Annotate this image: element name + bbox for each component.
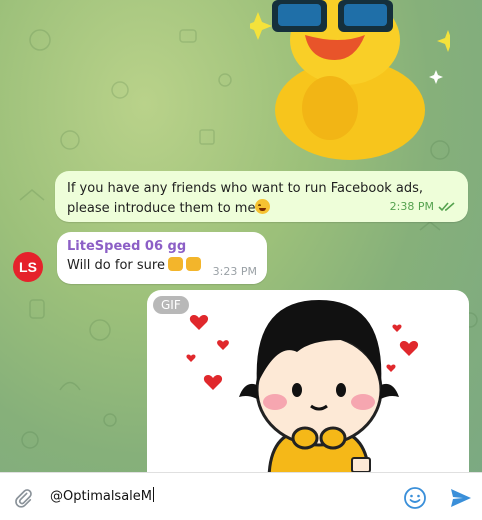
avatar-label: LS [19, 259, 37, 275]
girl-gif-image [186, 300, 419, 472]
sender-name[interactable]: LiteSpeed 06 gg [67, 238, 257, 256]
outgoing-message[interactable]: If you have any friends who want to run … [55, 171, 468, 222]
message-meta: 2:38 PM [390, 197, 456, 217]
text-caret [153, 487, 155, 502]
message-time: 3:23 PM [212, 265, 257, 278]
double-check-icon [438, 202, 455, 212]
thumbs-up-emoji-icon [185, 257, 201, 271]
chat-area[interactable]: If you have any friends who want to run … [0, 0, 482, 472]
duck-sticker[interactable] [250, 0, 450, 160]
message-composer: @OptimalsaleM [0, 472, 482, 520]
avatar[interactable]: LS [13, 252, 43, 282]
send-icon[interactable] [449, 487, 473, 509]
paperclip-icon[interactable] [12, 487, 34, 509]
handshake-emoji-icon [167, 257, 183, 271]
incoming-message-text: Will do for sure [67, 258, 165, 273]
laughing-emoji-icon [255, 199, 271, 214]
smiley-icon[interactable] [403, 486, 427, 510]
message-input-value: @OptimalsaleM [50, 489, 153, 504]
message-time: 2:38 PM [389, 200, 434, 213]
gif-message[interactable]: GIF [147, 290, 469, 472]
message-input[interactable]: @OptimalsaleM [50, 487, 380, 507]
gif-badge: GIF [153, 296, 189, 314]
outgoing-message-text: If you have any friends who want to run … [67, 181, 424, 216]
incoming-message[interactable]: LiteSpeed 06 gg Will do for sure 3:23 PM [57, 232, 267, 284]
